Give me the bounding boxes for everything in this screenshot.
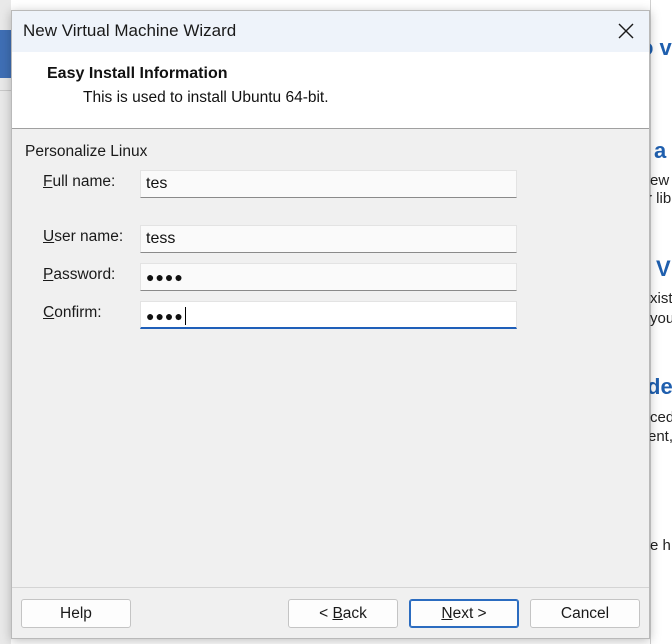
footer-divider [12, 587, 649, 588]
window-title: New Virtual Machine Wizard [23, 21, 237, 40]
password-label-text: assword: [53, 266, 116, 283]
background-heading-fragment: V [656, 256, 671, 281]
close-icon [618, 23, 634, 39]
confirm-label: Confirm: [43, 304, 102, 322]
title-bar[interactable]: New Virtual Machine Wizard [12, 11, 649, 52]
wizard-header: Easy Install Information This is used to… [12, 52, 649, 129]
background-text-fragment: ced [650, 409, 672, 426]
next-button[interactable]: Next > [409, 599, 519, 628]
full-name-label: Full name: [43, 173, 115, 191]
header-title: Easy Install Information [47, 65, 228, 82]
password-value: ●●●● [146, 269, 184, 285]
full-name-label-text: ull name: [52, 173, 116, 190]
user-name-input[interactable]: tess [140, 225, 517, 253]
back-button-prefix: < [319, 605, 333, 622]
new-vm-wizard-dialog: New Virtual Machine Wizard Easy Install … [11, 10, 650, 639]
help-button[interactable]: Help [21, 599, 131, 628]
password-input[interactable]: ●●●● [140, 263, 517, 291]
background-text-fragment: e h [650, 537, 671, 554]
help-button-label: Help [60, 605, 92, 622]
header-subtitle: This is used to install Ubuntu 64-bit. [83, 89, 329, 106]
user-name-label: User name: [43, 228, 123, 246]
user-name-value: tess [146, 230, 176, 247]
confirm-value: ●●●● [146, 308, 184, 324]
close-button[interactable] [603, 11, 649, 52]
next-button-mnemonic: N [441, 605, 453, 622]
background-divider [0, 90, 11, 91]
text-caret [184, 307, 186, 325]
user-name-mnemonic: U [43, 228, 55, 245]
password-mnemonic: P [43, 266, 54, 283]
background-text-fragment: you [650, 310, 672, 327]
full-name-input[interactable]: tes [140, 170, 517, 198]
background-text-fragment: xist [650, 290, 672, 307]
personalize-linux-label: Personalize Linux [25, 143, 148, 160]
cancel-button[interactable]: Cancel [530, 599, 640, 628]
confirm-label-text: onfirm: [54, 304, 102, 321]
user-name-label-text: ser name: [54, 228, 124, 245]
background-text-fragment: ent, [648, 428, 672, 445]
full-name-value: tes [146, 175, 168, 192]
back-button-mnemonic: B [332, 605, 343, 622]
next-button-label: ext > [452, 605, 487, 622]
confirm-password-input[interactable]: ●●●● [140, 301, 517, 329]
back-button[interactable]: < Back [288, 599, 398, 628]
background-text-fragment: ew [650, 172, 670, 189]
background-selected-item [0, 30, 11, 78]
background-heading-fragment: a [654, 138, 667, 163]
password-label: Password: [43, 266, 115, 284]
cancel-button-label: Cancel [560, 605, 610, 622]
background-text-fragment: r lib [647, 190, 672, 207]
background-left-pane [0, 0, 11, 644]
confirm-mnemonic: C [43, 304, 55, 321]
back-button-label: ack [342, 605, 367, 622]
background-heading-fragment: de [647, 374, 672, 399]
